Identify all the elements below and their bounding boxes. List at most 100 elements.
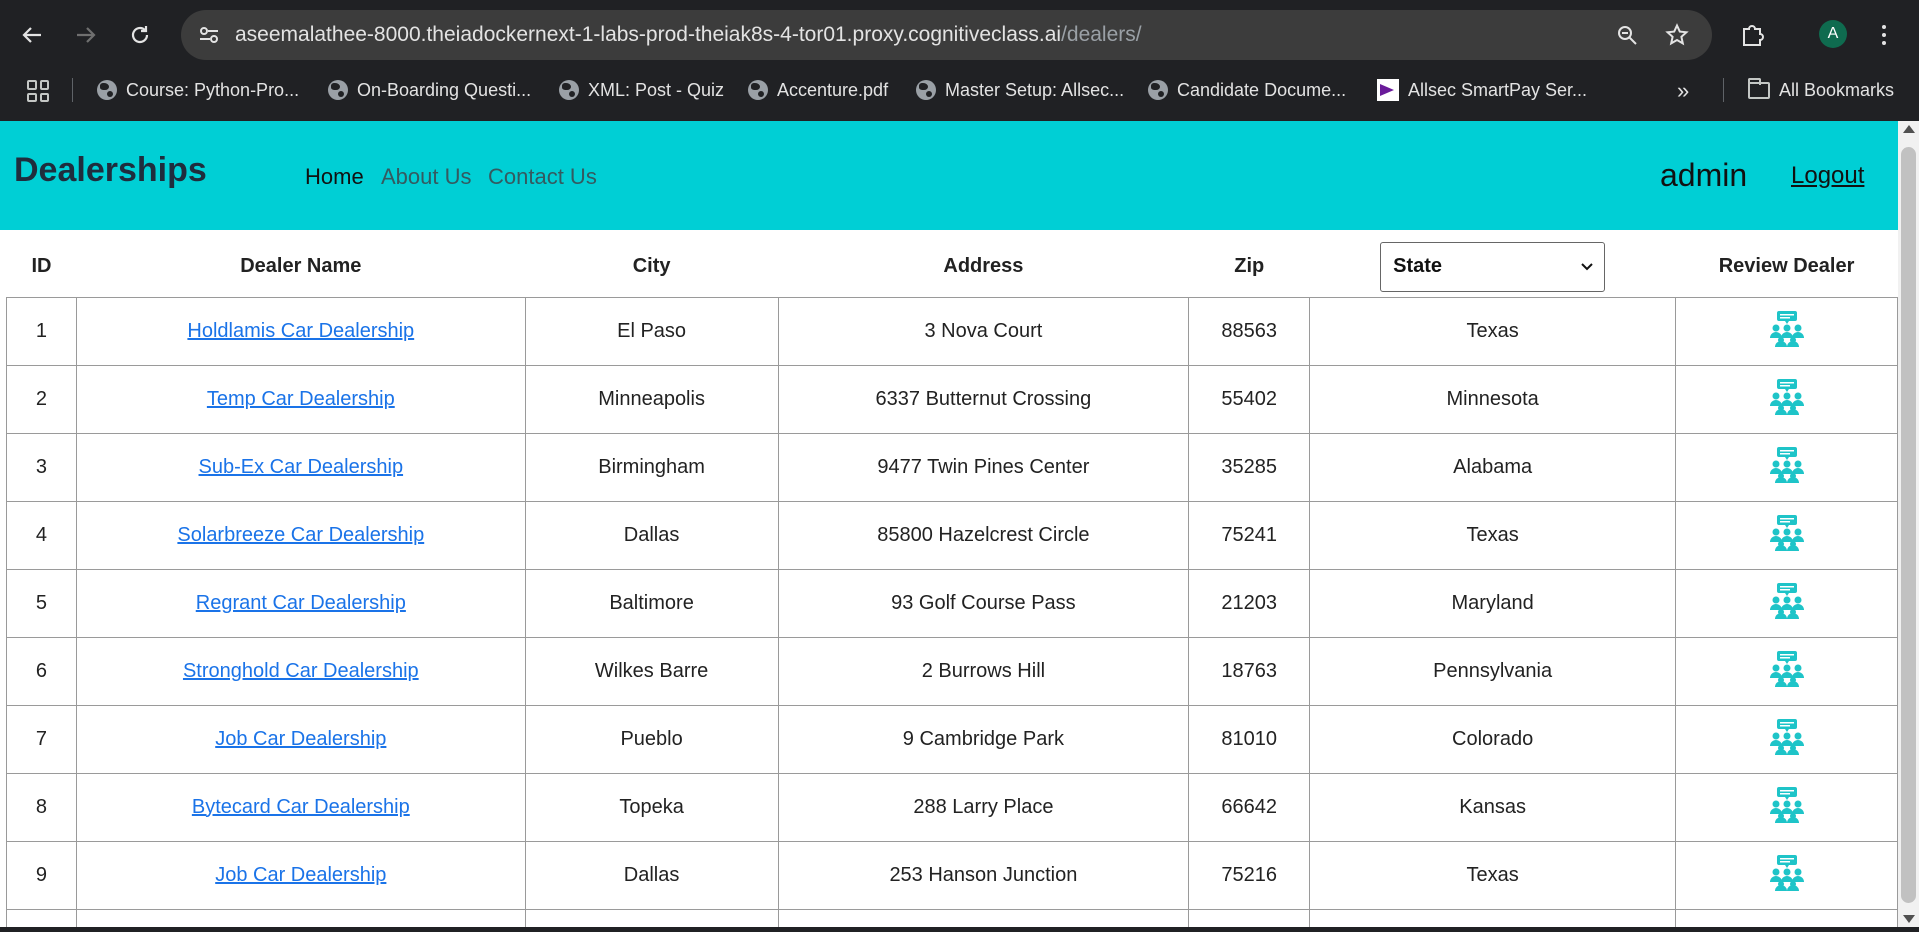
review-people-icon[interactable] xyxy=(1768,377,1806,421)
site-settings-icon[interactable] xyxy=(197,23,221,47)
logout-link[interactable]: Logout xyxy=(1791,162,1864,190)
smartpay-icon xyxy=(1377,79,1399,101)
cell-state: Texas xyxy=(1309,840,1677,910)
browser-menu-button[interactable] xyxy=(1874,20,1894,50)
cell-id: 5 xyxy=(6,568,77,638)
dealer-name-link[interactable]: Stronghold Car Dealership xyxy=(183,660,419,682)
cell-state: Pennsylvania xyxy=(1309,636,1677,706)
bookmark-item[interactable]: Candidate Docume... xyxy=(1148,76,1346,104)
table-row: 1 Holdlamis Car Dealership El Paso 3 Nova C… xyxy=(6,296,1898,366)
cell-id: 1 xyxy=(6,296,77,366)
header-zip: Zip xyxy=(1188,237,1310,298)
bookmark-item[interactable]: Course: Python-Pro... xyxy=(97,76,299,104)
cell-address: 9 Cambridge Park xyxy=(777,704,1190,774)
url-text[interactable]: aseemalathee-8000.theiadockernext-1-labs… xyxy=(235,10,1142,60)
globe-icon xyxy=(748,80,768,100)
dealer-name-link[interactable]: Job Car Dealership xyxy=(215,864,386,886)
header-address: Address xyxy=(778,237,1189,298)
review-people-icon[interactable] xyxy=(1768,581,1806,625)
cell-dealer-name: Solarbreeze Car Dealership xyxy=(75,500,526,570)
scroll-up-arrow-icon[interactable] xyxy=(1903,125,1915,133)
cell-id: 3 xyxy=(6,432,77,502)
bookmark-item[interactable]: Accenture.pdf xyxy=(748,76,888,104)
cell-address: 2 Burrows Hill xyxy=(777,636,1190,706)
nav-contact-link[interactable]: Contact Us xyxy=(488,164,597,190)
cell-zip: 75241 xyxy=(1188,500,1311,570)
cell-state: Texas xyxy=(1309,296,1677,366)
review-people-icon[interactable] xyxy=(1768,785,1806,829)
cell-state: Alabama xyxy=(1309,432,1677,502)
more-bookmarks-button[interactable]: » xyxy=(1677,78,1689,104)
address-bar[interactable]: aseemalathee-8000.theiadockernext-1-labs… xyxy=(181,10,1712,60)
dealer-name-link[interactable]: Regrant Car Dealership xyxy=(196,592,406,614)
bookmark-item[interactable]: XML: Post - Quiz xyxy=(559,76,724,104)
cell-zip xyxy=(1188,908,1311,927)
cell-review xyxy=(1675,908,1898,927)
review-people-icon[interactable] xyxy=(1768,717,1806,761)
vertical-scrollbar[interactable] xyxy=(1898,121,1919,927)
nav-home-link[interactable]: Home xyxy=(305,164,364,190)
dealer-name-link[interactable]: Solarbreeze Car Dealership xyxy=(177,524,424,546)
dealer-name-link[interactable]: Bytecard Car Dealership xyxy=(192,796,410,818)
cell-city: Baltimore xyxy=(524,568,779,638)
bookmark-item[interactable]: On-Boarding Questi... xyxy=(328,76,531,104)
cell-zip: 75216 xyxy=(1188,840,1311,910)
bookmark-star-button[interactable] xyxy=(1662,20,1692,50)
arrow-left-icon xyxy=(22,27,41,43)
cell-address: 253 Hanson Junction xyxy=(777,840,1190,910)
cell-id: 6 xyxy=(6,636,77,706)
cell-zip: 21203 xyxy=(1188,568,1311,638)
state-filter-select[interactable]: State xyxy=(1380,241,1606,292)
review-people-icon[interactable] xyxy=(1768,513,1806,557)
review-people-icon[interactable] xyxy=(1768,853,1806,897)
header-id: ID xyxy=(6,237,77,298)
table-row xyxy=(6,908,1898,927)
table-row: 4 Solarbreeze Car Dealership Dallas 85800 H… xyxy=(6,500,1898,570)
scroll-down-arrow-icon[interactable] xyxy=(1903,915,1915,923)
bookmark-item[interactable]: Master Setup: Allsec... xyxy=(916,76,1124,104)
dealers-table: ID Dealer Name City Address Zip State Re… xyxy=(6,237,1898,927)
forward-button[interactable] xyxy=(68,17,104,53)
cell-city: Topeka xyxy=(524,772,779,842)
bookmarks-separator xyxy=(72,78,73,102)
cell-address: 9477 Twin Pines Center xyxy=(777,432,1190,502)
zoom-button[interactable] xyxy=(1612,20,1642,50)
dealer-name-link[interactable]: Holdlamis Car Dealership xyxy=(187,320,414,342)
scrollbar-thumb[interactable] xyxy=(1901,147,1916,903)
globe-icon xyxy=(916,80,936,100)
dealer-name-link[interactable]: Sub-Ex Car Dealership xyxy=(199,456,404,478)
url-path: /dealers/ xyxy=(1061,23,1142,46)
cell-state xyxy=(1309,908,1677,927)
extensions-button[interactable] xyxy=(1737,18,1769,50)
nav-about-link[interactable]: About Us xyxy=(381,164,472,190)
bookmark-item[interactable]: Allsec SmartPay Ser... xyxy=(1377,76,1587,104)
cell-review xyxy=(1675,500,1898,570)
review-people-icon[interactable] xyxy=(1768,445,1806,489)
reload-icon xyxy=(131,26,149,44)
dealer-name-link[interactable]: Job Car Dealership xyxy=(215,728,386,750)
cell-id: 8 xyxy=(6,772,77,842)
reload-button[interactable] xyxy=(122,17,158,53)
review-people-icon[interactable] xyxy=(1768,309,1806,353)
header-review-dealer: Review Dealer xyxy=(1675,237,1898,298)
all-bookmarks-button[interactable]: All Bookmarks xyxy=(1748,76,1894,104)
cell-city: Dallas xyxy=(524,840,779,910)
cell-address: 85800 Hazelcrest Circle xyxy=(777,500,1190,570)
apps-grid-icon[interactable] xyxy=(27,80,49,102)
cell-zip: 88563 xyxy=(1188,296,1311,366)
cell-dealer-name: Temp Car Dealership xyxy=(75,364,526,434)
profile-avatar[interactable]: A xyxy=(1819,20,1847,48)
brand-title[interactable]: Dealerships xyxy=(14,151,207,190)
cell-city: El Paso xyxy=(524,296,779,366)
cell-id: 2 xyxy=(6,364,77,434)
dealer-name-link[interactable]: Temp Car Dealership xyxy=(207,388,395,410)
cell-city: Birmingham xyxy=(524,432,779,502)
cell-review xyxy=(1675,704,1898,774)
cell-dealer-name: Holdlamis Car Dealership xyxy=(75,296,526,366)
review-people-icon[interactable] xyxy=(1768,649,1806,693)
cell-review xyxy=(1675,840,1898,910)
cell-id: 7 xyxy=(6,704,77,774)
cell-zip: 55402 xyxy=(1188,364,1311,434)
back-button[interactable] xyxy=(14,17,50,53)
cell-dealer-name: Stronghold Car Dealership xyxy=(75,636,526,706)
